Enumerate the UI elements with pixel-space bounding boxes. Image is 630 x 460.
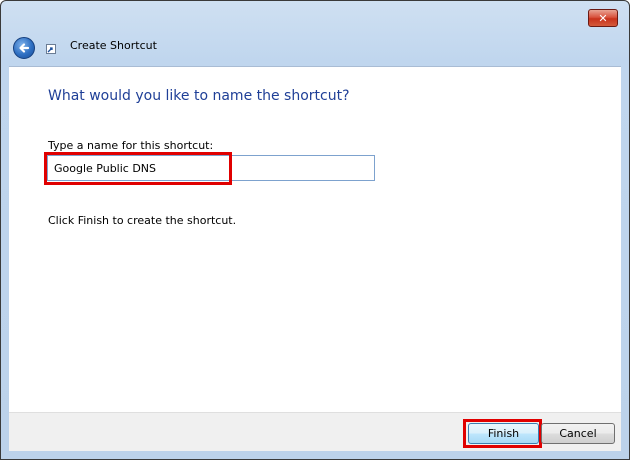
close-button[interactable]: ✕ — [588, 9, 618, 27]
create-shortcut-dialog: ✕ Create Shortcut What would you like to… — [0, 0, 630, 460]
cancel-button[interactable]: Cancel — [541, 423, 615, 444]
page-heading: What would you like to name the shortcut… — [48, 88, 350, 104]
name-field-label: Type a name for this shortcut: — [48, 139, 214, 152]
wizard-content: What would you like to name the shortcut… — [9, 66, 621, 412]
wizard-footer: Finish Cancel — [9, 412, 621, 451]
back-arrow-icon — [19, 43, 30, 53]
window-title: Create Shortcut — [70, 39, 157, 52]
shortcut-icon — [46, 44, 56, 54]
close-icon: ✕ — [598, 11, 608, 25]
shortcut-name-input[interactable] — [47, 155, 375, 181]
finish-hint-text: Click Finish to create the shortcut. — [48, 214, 237, 227]
back-button[interactable] — [13, 37, 35, 59]
finish-button[interactable]: Finish — [468, 423, 539, 444]
